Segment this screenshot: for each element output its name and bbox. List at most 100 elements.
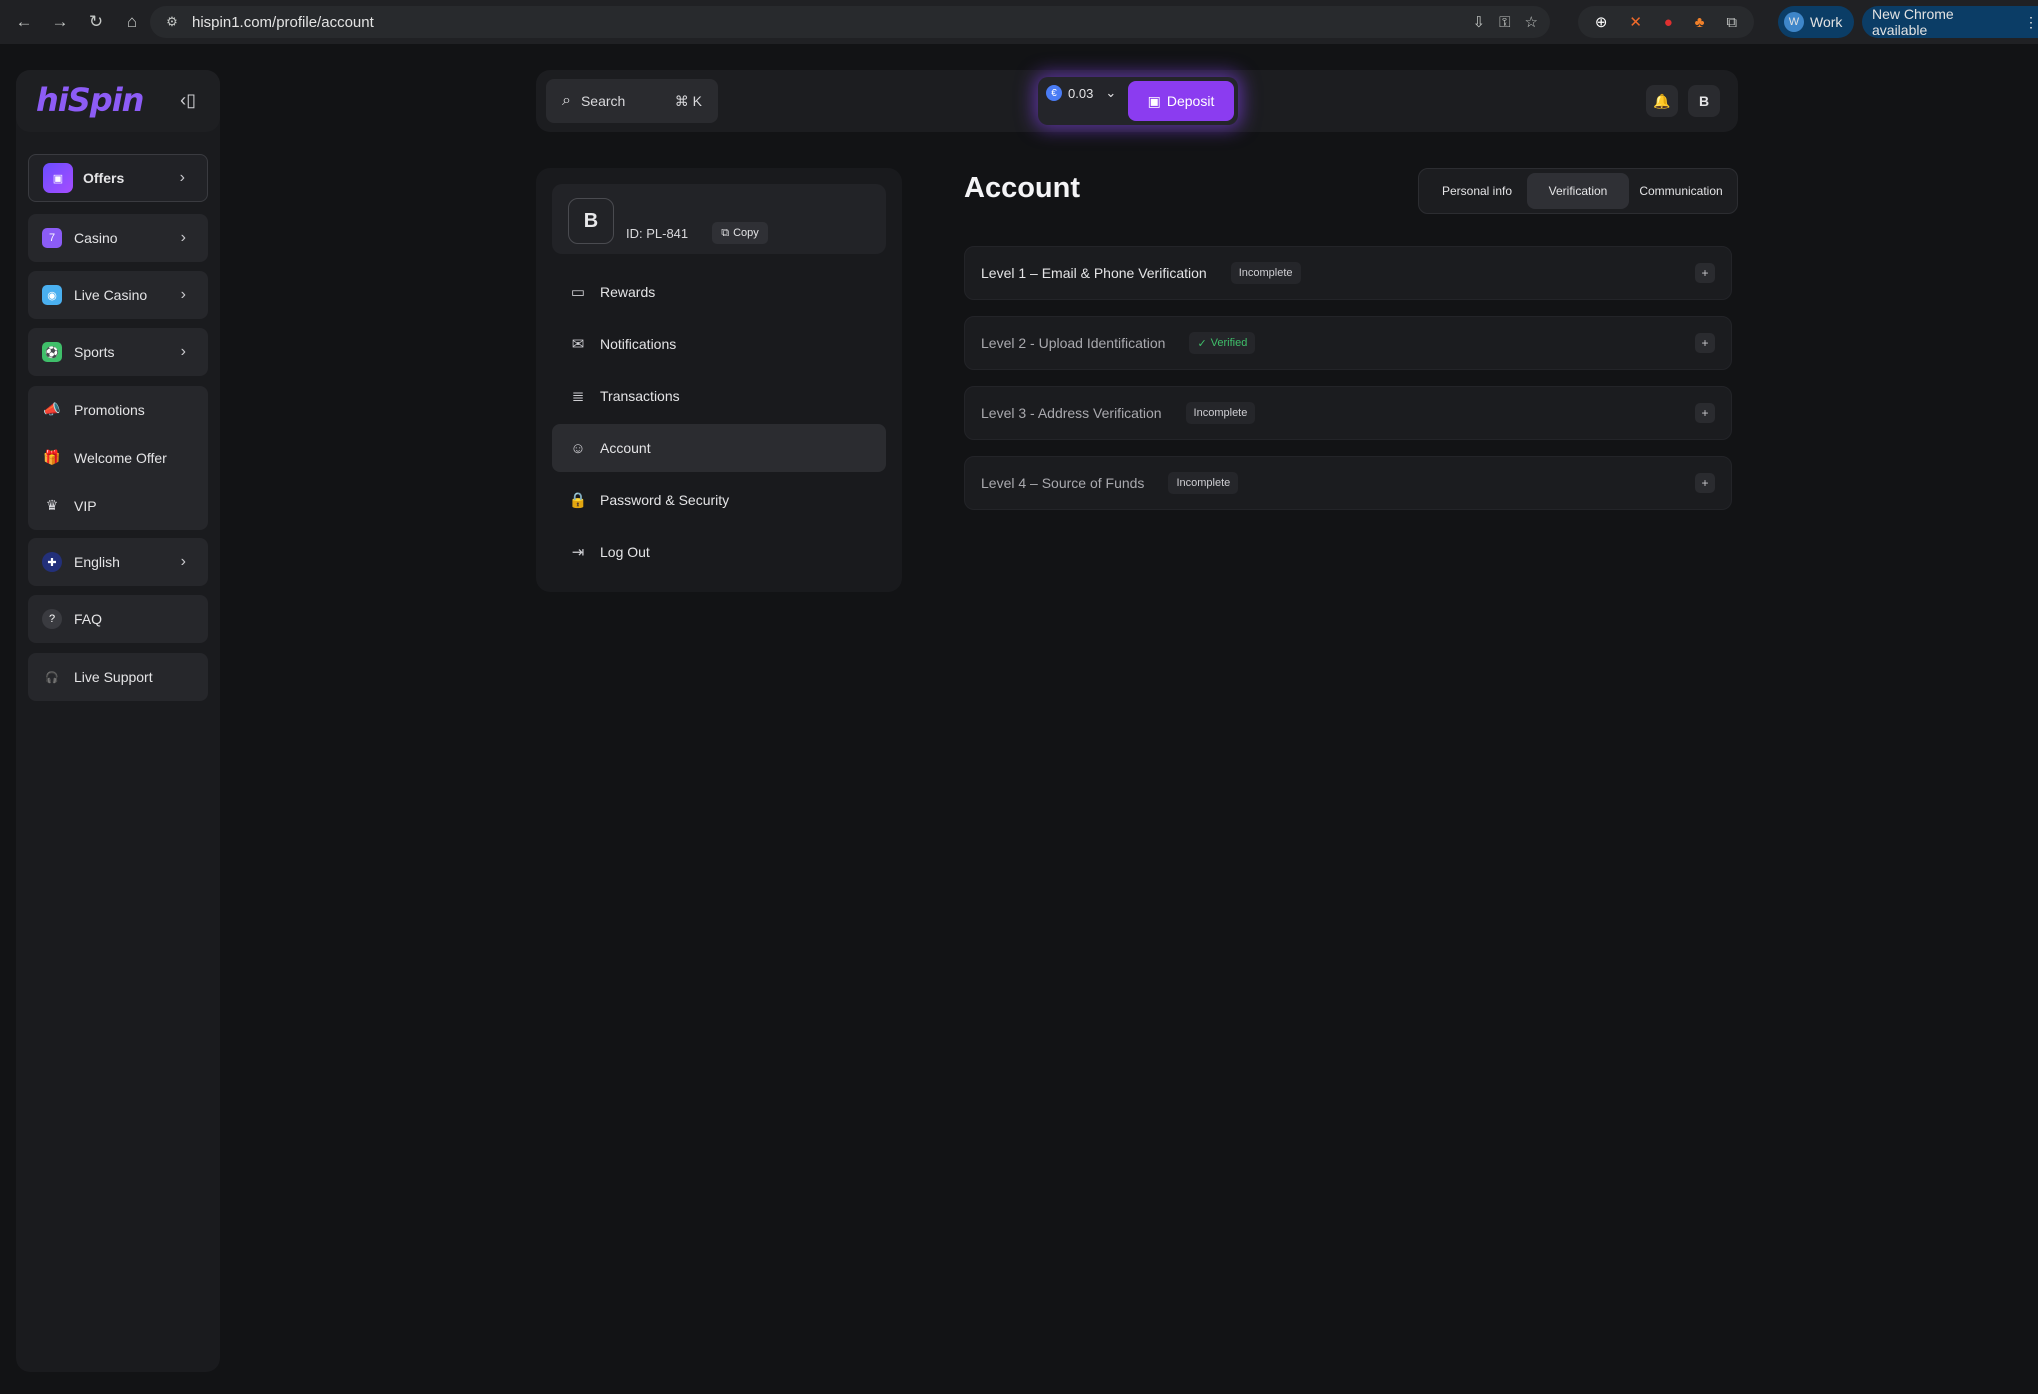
level-label: Level 3 - Address Verification [981,405,1162,421]
expand-plus-icon[interactable]: + [1695,473,1715,493]
uk-flag-icon: ✚ [42,552,62,572]
sidebar: hiSpin ‹▯ ▣ Offers › 7 Casino › ◉ Live C… [16,70,220,1372]
site-info-icon[interactable]: ⚙ [158,14,186,30]
browser-nav: ← → ↻ ⌂ [6,4,150,40]
level-label: Level 2 - Upload Identification [981,335,1166,351]
balance-amount: 0.03 [1068,85,1094,101]
expand-plus-icon[interactable]: + [1695,263,1715,283]
more-icon[interactable]: ⋮ [2024,14,2038,31]
verification-level-3[interactable]: Level 3 - Address Verification Incomplet… [964,386,1732,440]
forward-icon[interactable]: → [42,4,78,40]
install-icon[interactable]: ⇩ [1473,13,1486,31]
sidebar-item-offers[interactable]: ▣ Offers › [28,154,208,202]
status-badge: Incomplete [1185,402,1256,424]
chevron-right-icon: › [180,229,186,246]
receipt-icon: ≣ [571,388,585,405]
url-text: hispin1.com/profile/account [192,13,374,31]
update-label: New Chrome available [1872,6,1954,38]
sidebar-item-live-support[interactable]: 🎧 Live Support [28,653,208,701]
chrome-profile-chip[interactable]: W Work [1778,6,1854,38]
home-icon[interactable]: ⌂ [114,4,150,40]
menu-item-notifications[interactable]: ✉ Notifications [552,320,886,368]
sidebar-item-label: Casino [74,230,118,246]
question-icon: ? [42,609,62,629]
tab-communication[interactable]: Communication [1629,173,1733,209]
address-bar[interactable]: ⚙ hispin1.com/profile/account ⇩ ⚿ ☆ [150,6,1550,38]
menu-item-rewards[interactable]: ▭ Rewards [552,268,886,316]
search-icon: ⌕ [562,92,571,109]
menu-item-password-security[interactable]: 🔒 Password & Security [552,476,886,524]
reload-icon[interactable]: ↻ [78,4,114,40]
menu-item-label: Account [600,440,651,456]
wallet-icon: ▣ [1147,92,1161,109]
profile-label: Work [1810,14,1843,30]
sidebar-item-vip[interactable]: ♛ VIP [42,497,97,514]
copy-id-button[interactable]: ⧉ Copy [712,222,768,244]
extension-icon[interactable]: ● [1664,14,1673,31]
megaphone-icon: 📣 [43,401,61,417]
balance-selector[interactable]: € 0.03 ⌄ [1046,85,1116,101]
browser-toolbar: ← → ↻ ⌂ ⚙ hispin1.com/profile/account ⇩ … [0,0,2038,44]
user-icon: ☺ [570,439,586,457]
user-avatar-button[interactable]: B [1688,85,1720,117]
logo[interactable]: hiSpin [36,81,144,119]
notifications-bell-icon[interactable]: 🔔 [1646,85,1678,117]
profile-menu-panel: B ID: PL-841 ⧉ Copy ▭ Rewards ✉ Notifica… [536,168,902,592]
chevron-right-icon: › [179,169,185,186]
status-badge: Incomplete [1230,262,1301,284]
copy-label: Copy [733,227,759,239]
sidebar-item-welcome-offer[interactable]: 🎁 Welcome Offer [42,449,167,466]
sidebar-item-sports[interactable]: ⚽ Sports › [28,328,208,376]
chrome-update-button[interactable]: New Chrome available ⋮ [1862,6,2038,38]
search-button[interactable]: ⌕ Search ⌘ K [546,79,718,123]
sidebar-item-label: Live Casino [74,287,148,303]
copy-icon: ⧉ [721,226,730,239]
menu-item-label: Log Out [600,544,650,560]
chevron-down-icon: ⌄ [1105,85,1117,100]
tab-personal-info[interactable]: Personal info [1425,173,1529,209]
verification-level-1[interactable]: Level 1 – Email & Phone Verification Inc… [964,246,1732,300]
sidebar-item-faq[interactable]: ? FAQ [28,595,208,643]
key-icon[interactable]: ⚿ [1499,14,1510,31]
extension-icon[interactable]: ♣ [1695,14,1705,31]
sidebar-item-label: Sports [74,344,115,360]
language-selector[interactable]: ✚ English › [28,538,208,586]
status-badge: ✓ Verified [1189,332,1256,354]
menu-item-log-out[interactable]: ⇥ Log Out [552,528,886,576]
expand-plus-icon[interactable]: + [1695,403,1715,423]
collapse-sidebar-icon[interactable]: ‹▯ [180,90,196,111]
deposit-label: Deposit [1166,93,1215,109]
extension-icon[interactable]: ✕ [1629,13,1642,31]
tab-verification[interactable]: Verification [1527,173,1629,209]
star-icon[interactable]: ☆ [1525,13,1538,31]
menu-item-transactions[interactable]: ≣ Transactions [552,372,886,420]
account-tabs: Personal info Verification Communication [1418,168,1738,214]
verification-level-4[interactable]: Level 4 – Source of Funds Incomplete + [964,456,1732,510]
chevron-right-icon: › [180,343,186,360]
sidebar-item-promotions[interactable]: 📣 Promotions [42,401,145,418]
search-label: Search [580,93,626,109]
menu-item-label: Password & Security [600,492,730,508]
euro-coin-icon: € [1046,85,1062,101]
puzzle-icon[interactable]: ⧉ [1726,14,1737,31]
deposit-button[interactable]: ▣ Deposit [1128,81,1234,121]
expand-plus-icon[interactable]: + [1695,333,1715,353]
level-label: Level 4 – Source of Funds [981,475,1145,491]
status-badge: Incomplete [1168,472,1239,494]
gift-icon: 🎁 [43,449,61,465]
wallet-icon: ▭ [570,284,586,301]
extension-icon[interactable]: ⊕ [1595,13,1608,31]
avatar: B [568,198,614,244]
wallet-widget: € 0.03 ⌄ ▣ Deposit [1038,77,1238,125]
level-label: Level 1 – Email & Phone Verification [981,265,1207,281]
sidebar-item-casino[interactable]: 7 Casino › [28,214,208,262]
crown-icon: ♛ [45,497,59,513]
verification-level-2[interactable]: Level 2 - Upload Identification ✓ Verifi… [964,316,1732,370]
sidebar-item-live-casino[interactable]: ◉ Live Casino › [28,271,208,319]
extensions-group: ⊕ ✕ ● ♣ ⧉ [1578,6,1754,38]
sidebar-item-label: Offers [83,170,125,186]
back-icon[interactable]: ← [6,4,42,40]
menu-item-label: Transactions [600,388,680,404]
menu-item-account[interactable]: ☺ Account [552,424,886,472]
chevron-right-icon: › [180,553,186,570]
